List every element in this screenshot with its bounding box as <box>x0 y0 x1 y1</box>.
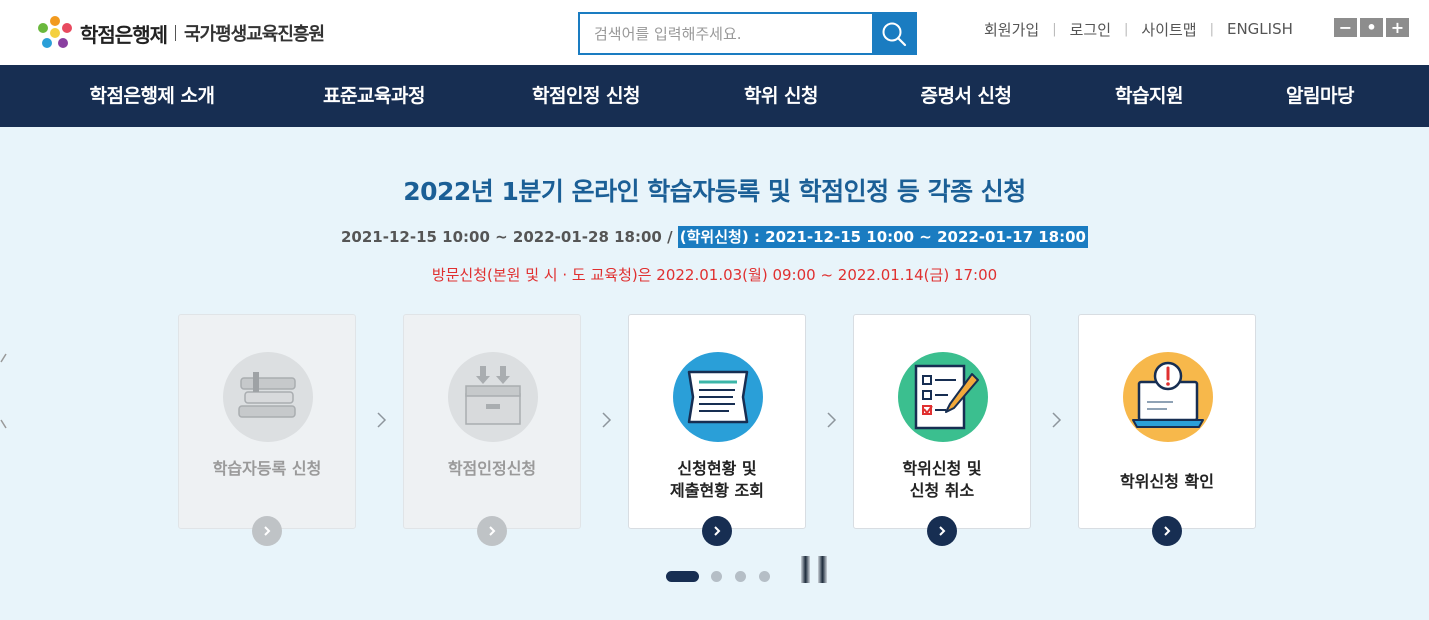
visit-notice: 방문신청(본원 및 시 · 도 교육청)은 2022.01.03(월) 09:0… <box>431 266 998 284</box>
step-go-button[interactable] <box>927 516 957 546</box>
step-label: 학위신청 및 신청 취소 <box>902 459 982 500</box>
search-icon <box>882 22 906 46</box>
inbox-tray-icon <box>448 352 538 442</box>
carousel-pause-button[interactable] <box>801 556 827 583</box>
nav-item-intro[interactable]: 학점은행제 소개 <box>90 65 215 127</box>
logo-flower-icon <box>38 16 72 48</box>
carousel-dot[interactable] <box>759 571 770 582</box>
step-arrow-icon <box>1052 412 1062 428</box>
main-navigation: 학점은행제 소개 표준교육과정 학점인정 신청 학위 신청 증명서 신청 학습지… <box>0 65 1429 127</box>
chevron-right-icon <box>264 526 271 536</box>
util-divider: | <box>1124 21 1129 37</box>
books-icon <box>223 352 313 442</box>
nav-item-credit-request[interactable]: 학점인정 신청 <box>532 65 641 127</box>
checklist-pencil-icon <box>898 352 988 442</box>
search-button[interactable] <box>872 14 915 53</box>
carousel-dot[interactable] <box>666 571 699 582</box>
font-reset-button[interactable]: • <box>1360 18 1383 37</box>
carousel-next-icon[interactable] <box>0 418 8 438</box>
util-divider: | <box>1052 21 1057 37</box>
laptop-alert-icon <box>1123 352 1213 442</box>
step-card-degree-request[interactable]: 학위신청 및 신청 취소 <box>853 314 1031 546</box>
step-arrow-icon <box>602 412 612 428</box>
nav-item-notice[interactable]: 알림마당 <box>1286 65 1354 127</box>
step-arrow-icon <box>377 412 387 428</box>
step-card-degree-confirm[interactable]: 학위신청 확인 <box>1078 314 1256 546</box>
font-decrease-button[interactable]: − <box>1334 18 1357 37</box>
chevron-right-icon <box>714 526 721 536</box>
signup-link[interactable]: 회원가입 <box>984 19 1039 40</box>
nav-item-curriculum[interactable]: 표준교육과정 <box>323 65 425 127</box>
pause-icon <box>818 556 827 583</box>
english-link[interactable]: ENGLISH <box>1227 20 1293 38</box>
carousel-dot[interactable] <box>711 571 722 582</box>
carousel-prev-icon[interactable] <box>0 352 8 372</box>
carousel-pagination <box>666 571 783 582</box>
chevron-right-icon <box>939 526 946 536</box>
chevron-right-icon <box>489 526 496 536</box>
logo-divider <box>175 25 176 41</box>
step-arrow-icon <box>827 412 837 428</box>
sitemap-link[interactable]: 사이트맵 <box>1141 19 1196 40</box>
step-label: 학위신청 확인 <box>1120 472 1214 491</box>
utility-links: 회원가입 | 로그인 | 사이트맵 | ENGLISH <box>984 18 1293 40</box>
chevron-right-icon <box>1164 526 1171 536</box>
logo-name: 학점은행제 <box>80 22 168 47</box>
font-increase-button[interactable]: + <box>1386 18 1409 37</box>
period-main: 2021-12-15 10:00 ~ 2022-01-28 18:00 / <box>341 228 673 246</box>
carousel-dot[interactable] <box>735 571 746 582</box>
step-go-button[interactable] <box>1152 516 1182 546</box>
search-input[interactable] <box>580 14 872 53</box>
step-go-button[interactable] <box>252 516 282 546</box>
pause-icon <box>801 556 810 583</box>
font-size-controls: − • + <box>1334 18 1409 37</box>
login-link[interactable]: 로그인 <box>1070 19 1111 40</box>
site-header: 학점은행제 국가평생교육진흥원 회원가입 | 로그인 | 사이트맵 | ENGL… <box>0 0 1429 65</box>
step-label: 학점인정신청 <box>447 459 537 478</box>
util-divider: | <box>1209 21 1214 37</box>
notice-period: 2021-12-15 10:00 ~ 2022-01-28 18:00 / (학… <box>0 226 1429 248</box>
nav-item-degree-request[interactable]: 학위 신청 <box>744 65 819 127</box>
site-logo[interactable]: 학점은행제 국가평생교육진흥원 <box>36 15 325 51</box>
document-list-icon <box>673 352 763 442</box>
period-highlight: (학위신청) : 2021-12-15 10:00 ~ 2022-01-17 1… <box>677 226 1088 248</box>
step-card-learner-register[interactable]: 학습자등록 신청 <box>178 314 356 546</box>
step-card-credit-request[interactable]: 학점인정신청 <box>403 314 581 546</box>
logo-organization: 국가평생교육진흥원 <box>184 24 325 45</box>
step-go-button[interactable] <box>477 516 507 546</box>
step-go-button[interactable] <box>702 516 732 546</box>
notice-title: 2022년 1분기 온라인 학습자등록 및 학점인정 등 각종 신청 <box>403 177 1026 206</box>
search-box <box>578 12 917 55</box>
nav-item-certificate[interactable]: 증명서 신청 <box>920 65 1012 127</box>
step-label: 신청현황 및 제출현황 조회 <box>670 459 764 500</box>
step-label: 학습자등록 신청 <box>212 459 322 478</box>
step-card-status-inquiry[interactable]: 신청현황 및 제출현황 조회 <box>628 314 806 546</box>
nav-item-learning-support[interactable]: 학습지원 <box>1115 65 1183 127</box>
